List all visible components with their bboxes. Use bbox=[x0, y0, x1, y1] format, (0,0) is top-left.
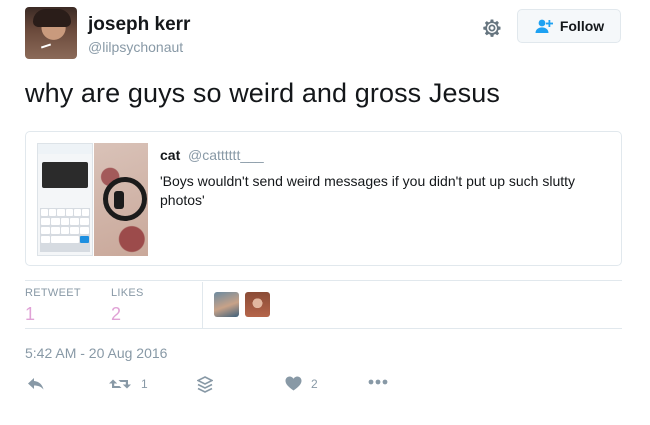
tweet-text: why are guys so weird and gross Jesus bbox=[25, 78, 500, 108]
liker-avatar[interactable] bbox=[245, 292, 270, 317]
retweets-label: RETWEET bbox=[25, 287, 81, 299]
author-name[interactable]: joseph kerr bbox=[88, 14, 190, 36]
retweets-count: 1 bbox=[25, 304, 36, 324]
like-button[interactable]: 2 bbox=[285, 376, 318, 391]
likes-label: LIKES bbox=[111, 287, 144, 299]
reply-button[interactable] bbox=[27, 376, 45, 392]
reply-icon bbox=[28, 378, 44, 390]
divider bbox=[25, 328, 622, 329]
more-button[interactable] bbox=[368, 378, 388, 386]
quoted-tweet-text: 'Boys wouldn't send weird messages if yo… bbox=[160, 173, 576, 208]
divider bbox=[25, 280, 622, 281]
quoted-author-name[interactable]: cat bbox=[160, 147, 180, 163]
likes-stat[interactable]: LIKES 2 bbox=[111, 287, 144, 325]
retweets-stat[interactable]: RETWEET 1 bbox=[25, 287, 81, 325]
gear-icon[interactable] bbox=[480, 16, 504, 40]
stack-icon bbox=[197, 376, 213, 393]
more-icon bbox=[368, 379, 388, 385]
stats-divider bbox=[202, 282, 203, 328]
like-count: 2 bbox=[311, 376, 318, 391]
quoted-image-screenshot[interactable] bbox=[37, 143, 93, 256]
retweet-icon bbox=[109, 379, 131, 389]
quoted-image-headphones[interactable] bbox=[94, 143, 148, 256]
tweet-timestamp[interactable]: 5:42 AM - 20 Aug 2016 bbox=[25, 345, 167, 361]
author-handle[interactable]: @lilpsychonaut bbox=[88, 39, 183, 55]
retweet-count: 1 bbox=[141, 377, 148, 391]
heart-icon bbox=[285, 376, 302, 391]
retweet-button[interactable]: 1 bbox=[108, 376, 148, 392]
quoted-author-handle[interactable]: @catttttt___ bbox=[188, 147, 264, 163]
liker-avatar[interactable] bbox=[214, 292, 239, 317]
author-avatar[interactable] bbox=[25, 7, 77, 59]
stack-button[interactable] bbox=[197, 376, 213, 394]
follow-label: Follow bbox=[559, 18, 605, 34]
likes-count: 2 bbox=[111, 304, 122, 324]
follow-button[interactable]: Follow bbox=[517, 9, 621, 43]
follow-person-icon bbox=[535, 19, 553, 33]
